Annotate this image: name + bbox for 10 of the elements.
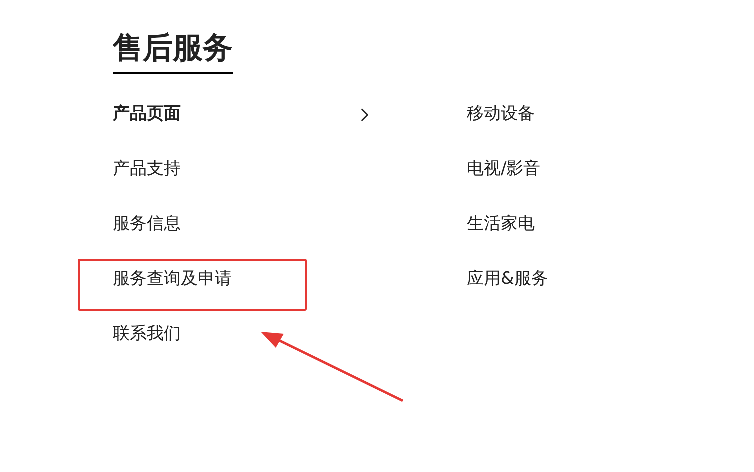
submenu-link[interactable]: 生活家电 <box>467 212 535 238</box>
menu-item[interactable]: 产品支持 <box>113 157 370 183</box>
menu-item[interactable]: 服务信息 <box>113 212 370 238</box>
menu-item[interactable]: 服务查询及申请 <box>113 267 370 293</box>
menu-item[interactable]: 联系我们 <box>113 322 370 348</box>
submenu-link[interactable]: 应用&服务 <box>467 267 548 293</box>
submenu-link[interactable]: 电视/影音 <box>467 157 541 183</box>
submenu-link[interactable]: 移动设备 <box>467 102 535 128</box>
menu-item[interactable]: 产品页面 <box>113 102 370 128</box>
section-title: 售后服务 <box>113 30 233 74</box>
